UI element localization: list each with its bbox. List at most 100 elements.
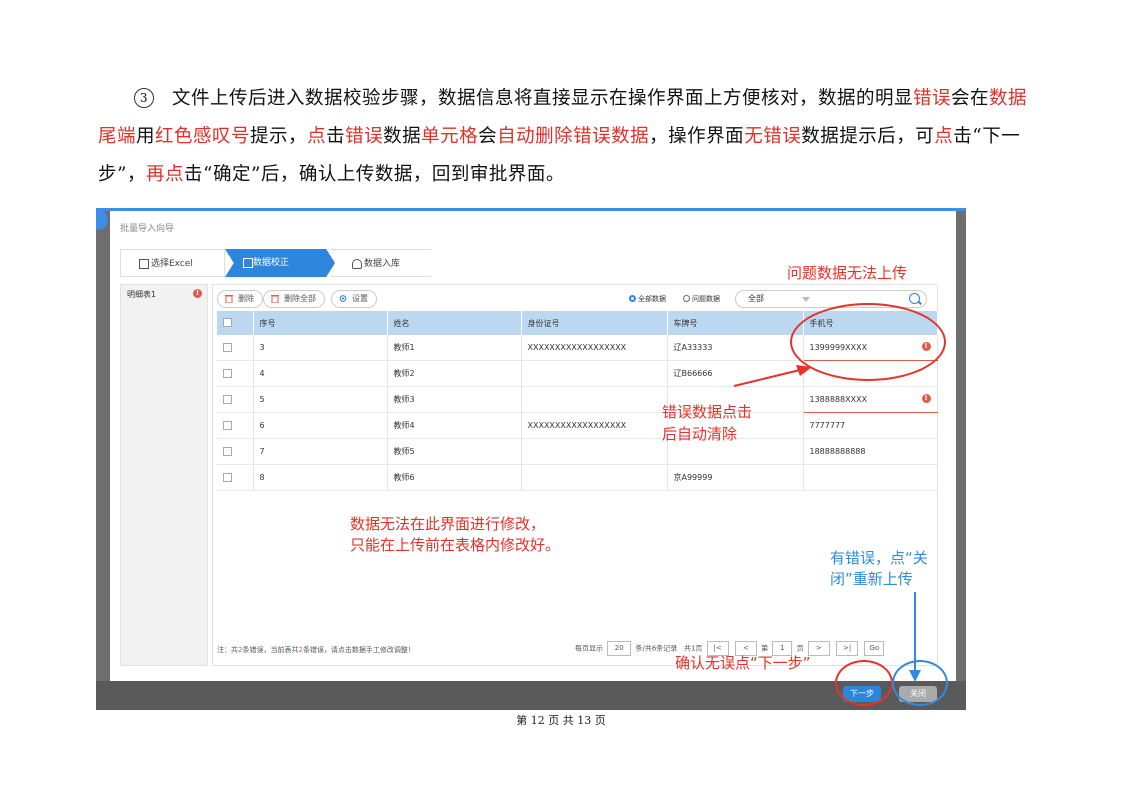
- para-text: 会: [478, 126, 498, 147]
- row-checkbox-cell: [217, 360, 254, 387]
- row-checkbox-cell: [217, 464, 254, 491]
- step-label: 数据入库: [364, 259, 401, 269]
- select-all-checkbox-cell: [217, 311, 254, 335]
- table-row: 7 教师5 18888888888: [217, 438, 938, 465]
- para-text: 会在: [951, 88, 990, 109]
- column-header[interactable]: 序号: [253, 311, 388, 335]
- cell-no[interactable]: 8: [253, 464, 388, 491]
- row-checkbox[interactable]: [223, 394, 232, 404]
- para-highlight: 再点: [145, 164, 184, 185]
- delete-button-label: 删除: [238, 294, 254, 303]
- radio-unselected-icon: [683, 295, 690, 302]
- row-checkbox[interactable]: [223, 420, 232, 430]
- column-header[interactable]: 姓名: [387, 311, 522, 335]
- cell-id[interactable]: XXXXXXXXXXXXXXXXXX: [521, 335, 668, 361]
- cell-name[interactable]: 教师6: [387, 464, 522, 491]
- error-alert-icon: !: [193, 289, 202, 298]
- sidebar-item-sheet1[interactable]: 明细表1: [127, 289, 156, 300]
- column-header[interactable]: 身份证号: [521, 311, 668, 335]
- cell-name[interactable]: 教师5: [387, 438, 522, 465]
- row-checkbox-cell: [217, 335, 254, 361]
- next-page-icon[interactable]: >: [807, 641, 830, 656]
- column-header[interactable]: 车牌号: [667, 311, 804, 335]
- settings-button-label: 设置: [352, 294, 368, 303]
- cell-id[interactable]: XXXXXXXXXXXXXXXXXX: [521, 412, 668, 439]
- cell-plate[interactable]: 京A99999: [667, 464, 804, 491]
- cell-no[interactable]: 5: [253, 386, 388, 413]
- note-text: 注：共: [217, 646, 238, 654]
- step-label: 选择Excel: [151, 259, 193, 269]
- per-page-label: 每页显示: [575, 644, 603, 653]
- para-highlight: 无错误: [744, 126, 802, 147]
- per-page-input[interactable]: 20: [607, 641, 632, 656]
- filter-select-value: 全部: [748, 294, 764, 303]
- row-checkbox-cell: [217, 412, 254, 439]
- cell-phone-error[interactable]: 1388888XXXX!: [803, 386, 938, 413]
- cell-phone-value: 1388888XXXX: [809, 395, 868, 404]
- row-checkbox[interactable]: [223, 446, 232, 456]
- row-checkbox[interactable]: [223, 342, 232, 352]
- cell-id[interactable]: [521, 386, 668, 413]
- cell-name[interactable]: 教师4: [387, 412, 522, 439]
- cell-phone[interactable]: 18888888888: [803, 438, 938, 465]
- annotation-click-clear-2: 后自动清除: [662, 425, 738, 443]
- go-button[interactable]: Go: [864, 641, 885, 656]
- step-data-import[interactable]: 数据入库: [330, 249, 442, 277]
- cell-phone[interactable]: [803, 464, 938, 491]
- search-icon[interactable]: [909, 293, 920, 304]
- cell-name[interactable]: 教师1: [387, 335, 522, 361]
- cell-phone[interactable]: 7777777: [803, 412, 938, 439]
- radio-all-data[interactable]: 全部数据: [629, 294, 666, 304]
- para-highlight: 点: [307, 126, 327, 147]
- annotation-cannot-edit-1: 数据无法在此界面进行修改，: [350, 515, 546, 533]
- para-text: 数据提示后，可: [801, 126, 935, 147]
- cell-no[interactable]: 6: [253, 412, 388, 439]
- radio-selected-icon: [629, 295, 636, 302]
- window-corner-knob: [96, 210, 108, 230]
- step-label: 数据校正: [253, 258, 290, 268]
- para-highlight: 单元格: [421, 126, 479, 147]
- step-data-correction[interactable]: 数据校正: [225, 249, 335, 277]
- error-alert-icon: !: [921, 394, 931, 403]
- row-checkbox[interactable]: [223, 368, 232, 378]
- step-select-excel[interactable]: 选择Excel: [120, 249, 225, 277]
- delete-all-button[interactable]: 删除全部: [263, 290, 325, 308]
- arrow-to-error-cell-icon: [733, 365, 812, 387]
- para-text: 击“确定”后，确认上传数据，回到审批界面。: [183, 164, 565, 185]
- cell-name[interactable]: 教师3: [387, 386, 522, 413]
- trash-icon: [225, 295, 233, 303]
- total-records: 条/共6条记录: [635, 644, 678, 653]
- radio-label: 全部数据: [638, 295, 666, 303]
- sheet-sidebar: 明细表1 !: [120, 284, 208, 666]
- cell-no[interactable]: 3: [253, 335, 388, 361]
- row-checkbox[interactable]: [223, 472, 232, 482]
- row-checkbox-cell: [217, 386, 254, 413]
- note-text: 条错误，当前表共: [242, 646, 299, 654]
- cell-id[interactable]: [521, 464, 668, 491]
- cell-no[interactable]: 7: [253, 438, 388, 465]
- annotation-close-hint-2: 闭”重新上传: [830, 570, 913, 588]
- close-button-highlight-oval: [892, 660, 948, 706]
- cell-no[interactable]: 4: [253, 360, 388, 387]
- cell-id[interactable]: [521, 438, 668, 465]
- edit-icon: [243, 258, 253, 268]
- para-text: 击: [326, 126, 346, 147]
- trash-icon: [271, 295, 279, 303]
- instruction-paragraph: 3 文件上传后进入数据校验步骤，数据信息将直接显示在操作界面上方便核对，数据的明显…: [98, 80, 1038, 194]
- wizard-steps: 选择Excel 数据入库 数据校正: [120, 249, 540, 277]
- page-suffix: 页: [796, 644, 804, 653]
- annotation-confirm-next: 确认无误点“下一步”: [675, 654, 811, 672]
- cell-plate[interactable]: 辽A33333: [667, 335, 804, 361]
- delete-button[interactable]: 删除: [217, 290, 263, 308]
- note-text: 条错误，请点击数据手工修改调整！: [302, 646, 415, 654]
- error-summary-note: 注：共2条错误，当前表共2条错误，请点击数据手工修改调整！: [217, 645, 415, 655]
- settings-button[interactable]: 设置: [331, 290, 377, 308]
- cell-id[interactable]: [521, 360, 668, 387]
- radio-problem-data[interactable]: 问题数据: [683, 294, 720, 304]
- table-row: 8 教师6 京A99999: [217, 464, 938, 491]
- last-page-icon[interactable]: >|: [836, 641, 859, 656]
- annotation-cannot-edit-2: 只能在上传前在表格内修改好。: [350, 536, 561, 554]
- para-text: 用: [136, 126, 156, 147]
- cell-name[interactable]: 教师2: [387, 360, 522, 387]
- select-all-checkbox[interactable]: [223, 318, 232, 327]
